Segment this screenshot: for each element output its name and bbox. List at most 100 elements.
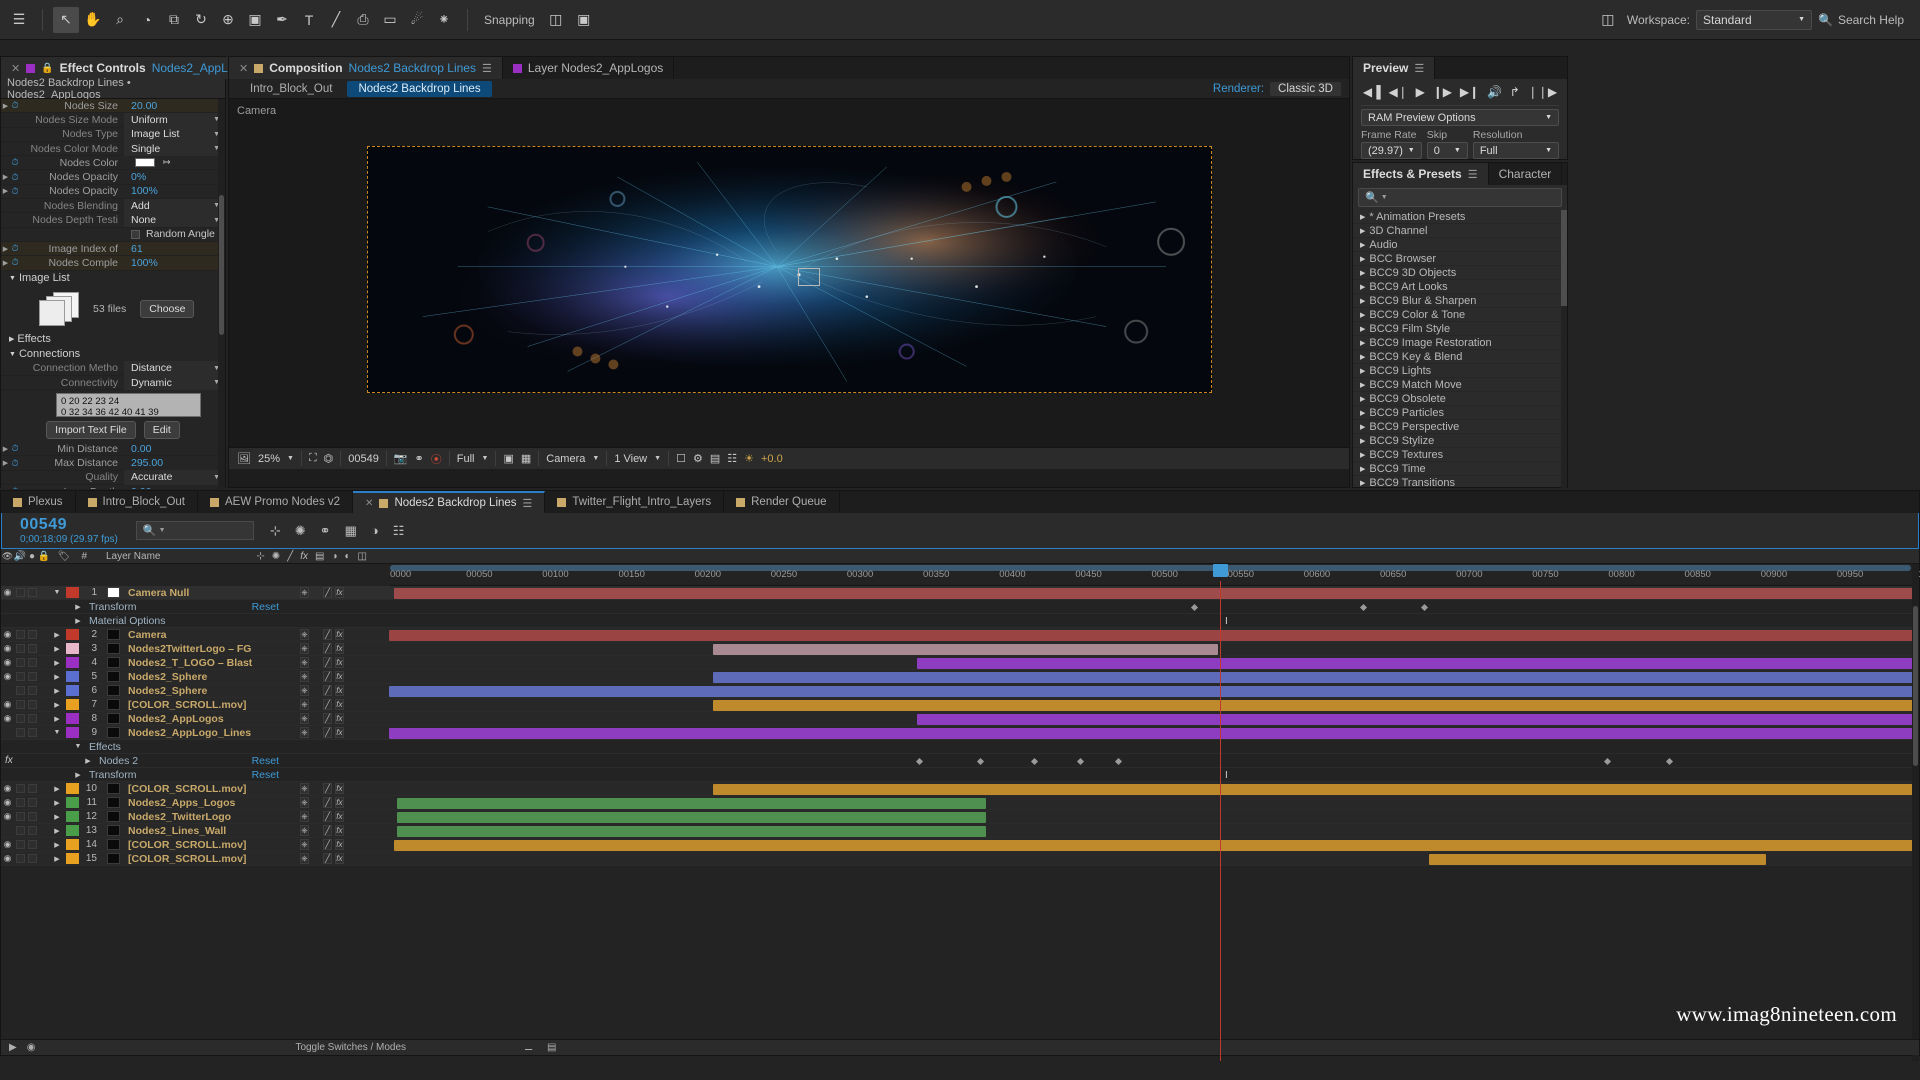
parent-switch[interactable]: ⎈: [300, 713, 309, 724]
chevron-right-icon[interactable]: ▶: [1, 187, 10, 195]
visibility-toggle[interactable]: ◉: [1, 642, 14, 656]
effect-row[interactable]: ▶ ⏱ Nodes Opacity 100%: [1, 185, 225, 200]
selection-box[interactable]: [798, 268, 820, 286]
layer-twirl[interactable]: ▶: [50, 712, 64, 726]
lock-toggle[interactable]: [38, 698, 50, 712]
solo-toggle[interactable]: [26, 810, 38, 824]
effects-category-item[interactable]: ▶ BCC9 Image Restoration: [1353, 336, 1567, 350]
property-twirl[interactable]: ▶: [71, 614, 85, 628]
lock-toggle[interactable]: [38, 796, 50, 810]
effects-scrollbar[interactable]: [1561, 210, 1567, 488]
visibility-toggle[interactable]: [1, 684, 14, 698]
label-color[interactable]: [64, 838, 80, 852]
zoom-tool-icon[interactable]: ⌕: [107, 7, 133, 33]
composition-mini-flowchart-icon[interactable]: ⊹: [270, 523, 281, 539]
effects-category-item[interactable]: ▶ BCC9 Stylize: [1353, 434, 1567, 448]
label-color[interactable]: [64, 810, 80, 824]
panel-menu-icon[interactable]: ☰: [523, 497, 533, 510]
layer-twirl[interactable]: ▶: [50, 852, 64, 866]
scrollbar-thumb[interactable]: [1561, 210, 1567, 306]
chevron-right-icon[interactable]: ▶: [1360, 241, 1365, 249]
timeline-track[interactable]: [389, 754, 1919, 768]
audio-toggle[interactable]: [14, 796, 26, 810]
effects-category-item[interactable]: ▶ BCC9 Textures: [1353, 448, 1567, 462]
frameblend-switch[interactable]: [347, 629, 355, 640]
timeline-layer-row[interactable]: ◉ ▶ 12 Nodes2_TwitterLogo ⎈ ╱ fx: [1, 810, 1919, 824]
layer-twirl[interactable]: ▶: [50, 628, 64, 642]
layer-name[interactable]: Nodes2_Sphere: [124, 671, 297, 683]
layer-twirl[interactable]: ▶: [50, 796, 64, 810]
visibility-toggle[interactable]: ◉: [1, 628, 14, 642]
property-name[interactable]: Transform: [85, 601, 136, 613]
effects-category-item[interactable]: ▶ BCC9 Key & Blend: [1353, 350, 1567, 364]
effect-row[interactable]: Nodes Type Image List ▼: [1, 127, 225, 142]
timeline-layer-row[interactable]: ◉ ▶ 15 [COLOR_SCROLL.mov] ⎈ ╱ fx: [1, 852, 1919, 866]
layer-name[interactable]: Nodes2_Apps_Logos: [124, 797, 297, 809]
effects-switch[interactable]: ╱: [323, 643, 332, 654]
threed-switch[interactable]: [381, 853, 389, 864]
timeline-track[interactable]: I: [389, 614, 1919, 628]
solo-toggle[interactable]: [26, 628, 38, 642]
effects-switch[interactable]: ╱: [323, 825, 332, 836]
adjustment-switch[interactable]: [369, 713, 377, 724]
audio-toggle[interactable]: [14, 810, 26, 824]
timecode-display[interactable]: 00549 0;00;18;09 (29.97 fps): [2, 516, 118, 545]
layer-duration-bar[interactable]: [393, 839, 1919, 851]
audio-toggle[interactable]: [14, 712, 26, 726]
adjustment-switch[interactable]: [369, 699, 377, 710]
quality-switch[interactable]: [312, 825, 320, 836]
chevron-right-icon[interactable]: ▶: [1360, 479, 1365, 487]
comp-subtab[interactable]: Nodes2 Backdrop Lines: [347, 80, 492, 97]
timeline-track[interactable]: [389, 810, 1919, 824]
frameblend-switch[interactable]: [347, 727, 355, 738]
quality-switch[interactable]: [312, 713, 320, 724]
layer-duration-bar[interactable]: [713, 643, 1219, 655]
layer-name[interactable]: Camera: [124, 629, 297, 641]
effect-row[interactable]: ⏱ Nodes Color ↦: [1, 156, 225, 171]
effect-row[interactable]: Nodes Size Mode Uniform ▼: [1, 112, 225, 128]
fx-switch[interactable]: fx: [334, 685, 344, 696]
visibility-toggle[interactable]: ◉: [1, 698, 14, 712]
effects-category-item[interactable]: ▶ BCC9 Perspective: [1353, 420, 1567, 434]
layer-duration-bar[interactable]: [389, 685, 1919, 697]
layer-twirl[interactable]: ▶: [50, 656, 64, 670]
solo-toggle[interactable]: [26, 838, 38, 852]
label-color[interactable]: [64, 712, 80, 726]
motionblur-switch[interactable]: [358, 839, 366, 850]
fx-switch[interactable]: fx: [334, 643, 344, 654]
solo-toggle[interactable]: [26, 712, 38, 726]
close-icon[interactable]: ✕: [239, 62, 248, 75]
exposure-icon[interactable]: ☀: [744, 452, 754, 465]
parent-switch[interactable]: ⎈: [300, 783, 309, 794]
lock-toggle[interactable]: [38, 628, 50, 642]
layer-twirl[interactable]: ▶: [50, 698, 64, 712]
label-color[interactable]: [64, 656, 80, 670]
fx-switch[interactable]: fx: [334, 839, 344, 850]
timeline-ruler[interactable]: 0000 00050 00100 00150 00200 00250 00300 00350 0…: [390, 564, 1920, 586]
effects-category-item[interactable]: ▶ BCC9 Obsolete: [1353, 392, 1567, 406]
visibility-toggle[interactable]: ◉: [1, 670, 14, 684]
effects-category-item[interactable]: ▶ 3D Channel: [1353, 224, 1567, 238]
solo-toggle[interactable]: [26, 586, 38, 600]
label-color[interactable]: [64, 586, 80, 600]
property-name[interactable]: Transform: [85, 769, 136, 781]
effects-category-item[interactable]: ▶ BCC9 Color & Tone: [1353, 308, 1567, 322]
motionblur-switch[interactable]: [358, 657, 366, 668]
effect-row-value[interactable]: Accurate ▼: [124, 470, 225, 485]
layer-name[interactable]: [COLOR_SCROLL.mov]: [124, 839, 297, 851]
effects-search-input[interactable]: 🔍 ▼: [1358, 188, 1562, 207]
property-twirl[interactable]: ▶: [71, 600, 85, 614]
property-name[interactable]: Effects: [85, 741, 121, 753]
renderer-value[interactable]: Classic 3D: [1270, 81, 1341, 96]
layer-duration-bar[interactable]: [1429, 853, 1766, 865]
adjustment-switch[interactable]: [369, 839, 377, 850]
image-thumbnails[interactable]: [39, 291, 79, 326]
effects-switch[interactable]: ╱: [323, 811, 332, 822]
effect-row-value[interactable]: Add ▼: [124, 198, 225, 213]
solo-toggle[interactable]: [26, 670, 38, 684]
threed-switch[interactable]: [381, 685, 389, 696]
layer-name[interactable]: Nodes2_AppLogos: [124, 713, 297, 725]
effect-row-value[interactable]: Uniform ▼: [124, 112, 225, 128]
visibility-toggle[interactable]: [1, 824, 14, 838]
layer-twirl[interactable]: ▶: [50, 684, 64, 698]
